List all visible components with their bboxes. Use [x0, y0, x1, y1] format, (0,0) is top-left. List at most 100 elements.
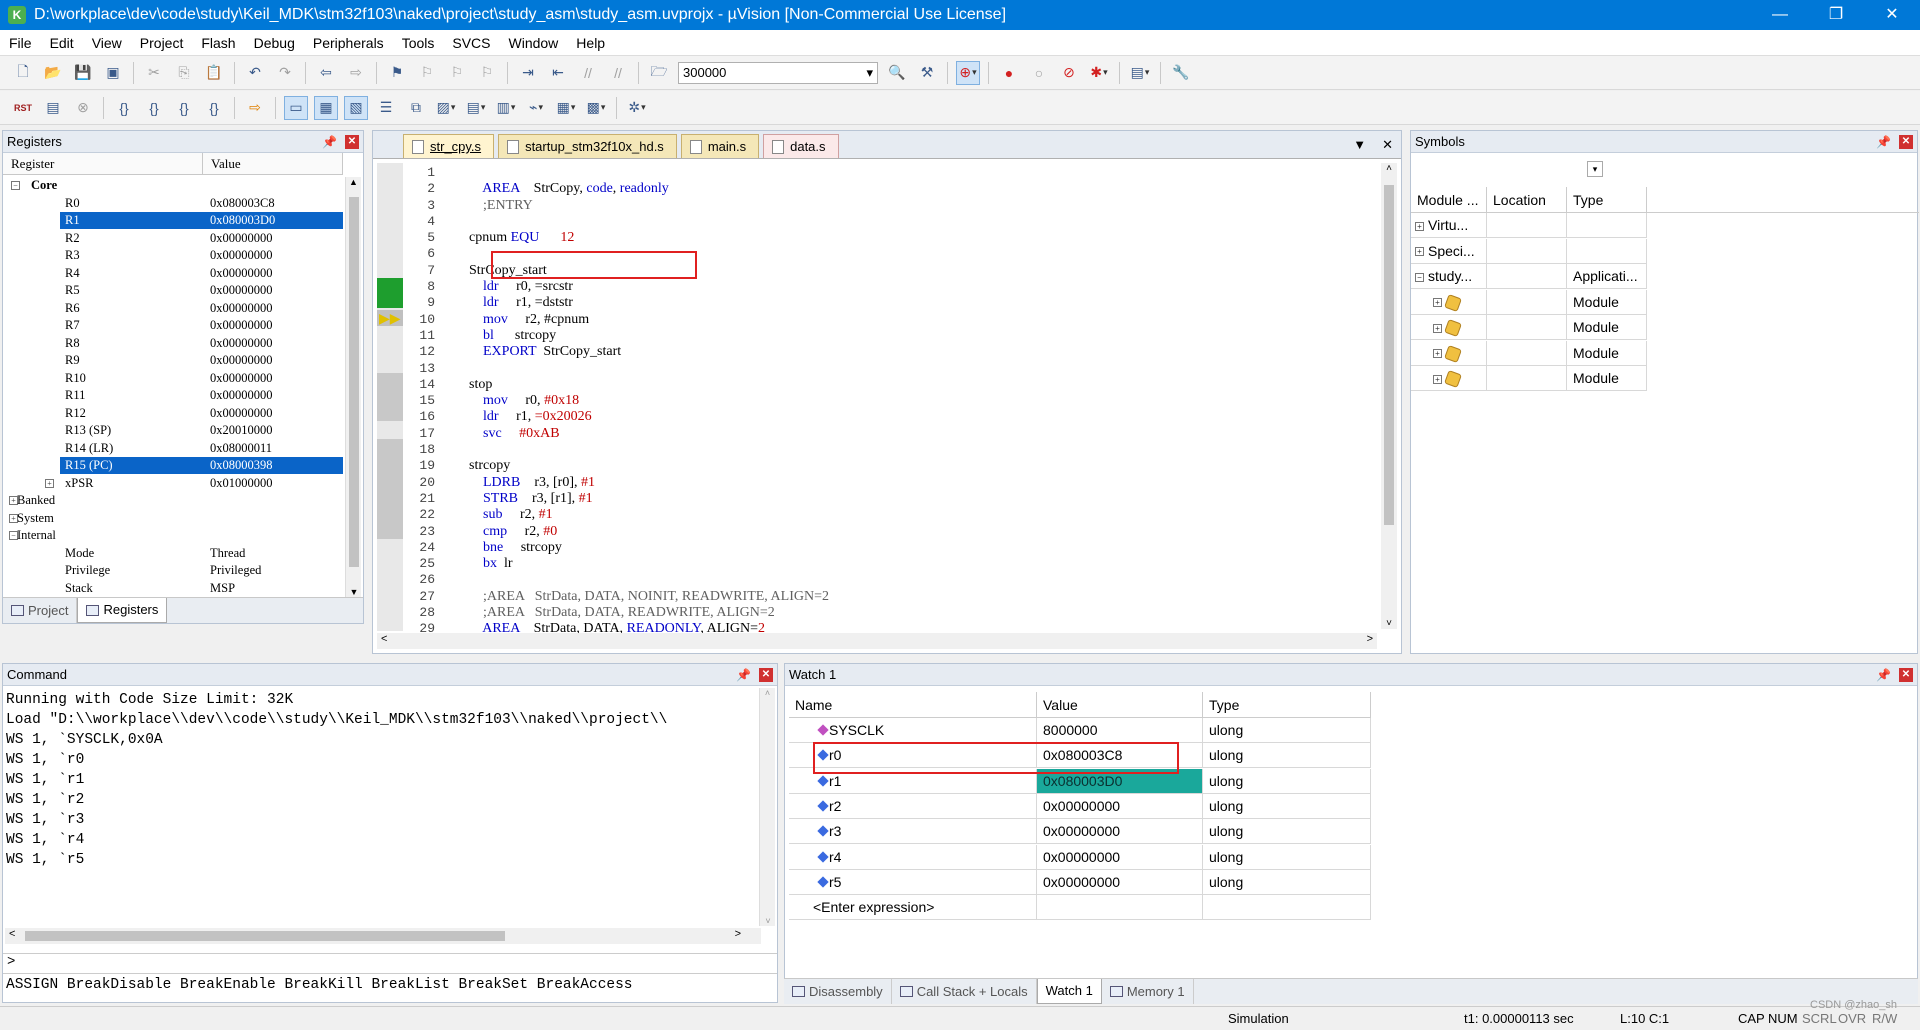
system-viewer-icon[interactable]: ▩	[584, 96, 608, 120]
register-row[interactable]: R9 0x00000000	[5, 352, 343, 370]
register-row[interactable]: R10 0x00000000	[5, 370, 343, 388]
save-all-icon[interactable]: ▣	[101, 61, 125, 85]
menu-peripherals[interactable]: Peripherals	[304, 30, 393, 56]
tree-expand-icon[interactable]: +	[1415, 247, 1424, 257]
call-stack-window-icon[interactable]: ⧉	[404, 96, 428, 120]
code-line[interactable]: mov r0, #0x18	[469, 393, 1349, 409]
code-line[interactable]: EXPORT StrCopy_start	[469, 344, 1349, 360]
tab-registers[interactable]: Registers	[77, 598, 168, 623]
symbols-window-icon[interactable]: ▧	[344, 95, 368, 120]
navigate-forward-icon[interactable]: ⇨	[344, 61, 368, 85]
menu-file[interactable]: File	[0, 30, 41, 56]
close-icon[interactable]: ✕	[345, 134, 359, 149]
column-register[interactable]: Register	[3, 153, 203, 174]
tree-expand-icon[interactable]: +	[1433, 349, 1442, 359]
close-editor-icon[interactable]: ✕	[1382, 137, 1393, 153]
watch-value[interactable]: 8000000	[1037, 718, 1203, 743]
column-module[interactable]: Module ...	[1411, 187, 1487, 212]
tree-expand-icon[interactable]: +	[1415, 221, 1424, 231]
code-line[interactable]	[469, 165, 1349, 181]
redo-icon[interactable]: ↷	[273, 61, 297, 85]
stop-icon[interactable]: ⊗	[71, 96, 95, 120]
register-row[interactable]: R11 0x00000000	[5, 387, 343, 405]
next-bookmark-icon[interactable]: ⚐	[445, 61, 469, 85]
register-group-core[interactable]: − Core	[5, 177, 343, 195]
menu-window[interactable]: Window	[500, 30, 568, 56]
scroll-up-icon[interactable]: ˄	[760, 688, 775, 698]
new-file-icon[interactable]: 🗋	[11, 61, 35, 85]
code-line[interactable]: ;ENTRY	[469, 198, 1349, 214]
restore-button[interactable]: ❐	[1808, 0, 1864, 30]
register-row[interactable]: Stack MSP	[5, 580, 343, 598]
code-line[interactable]: cmp r2, #0	[469, 524, 1349, 540]
disassembly-window-icon[interactable]: ▦	[314, 95, 338, 120]
scrollbar-thumb[interactable]	[349, 197, 359, 567]
symbol-row[interactable]: + Module	[1411, 340, 1651, 366]
command-window-icon[interactable]: ▭	[284, 95, 308, 120]
close-icon[interactable]: ✕	[759, 667, 773, 682]
tree-expand-icon[interactable]: +	[1433, 298, 1442, 308]
pin-icon[interactable]: 📌	[1876, 135, 1891, 149]
watch-row[interactable]: SYSCLK 8000000 ulong	[789, 718, 1371, 743]
symbol-row[interactable]: − study... Applicati...	[1411, 264, 1651, 289]
scrollbar-thumb[interactable]	[1384, 185, 1394, 525]
register-group-system[interactable]: + System	[5, 510, 343, 528]
enable-breakpoint-icon[interactable]: ○	[1027, 61, 1051, 85]
register-row[interactable]: R5 0x00000000	[5, 282, 343, 300]
menu-help[interactable]: Help	[567, 30, 614, 56]
column-name[interactable]: Name	[789, 692, 1037, 717]
bookmark-icon[interactable]: ⚑	[385, 61, 409, 85]
code-area[interactable]: AREA StrCopy, code, readonly ;ENTRY cpnum…	[469, 165, 1349, 638]
watch-value[interactable]: 0x00000000	[1037, 869, 1203, 895]
code-line[interactable]: mov r2, #cpnum	[469, 312, 1349, 328]
disable-all-breakpoints-icon[interactable]: ⊘	[1057, 61, 1081, 85]
minimize-button[interactable]: —	[1752, 0, 1808, 30]
symbol-row[interactable]: + Speci...	[1411, 238, 1651, 264]
column-value[interactable]: Value	[203, 153, 343, 174]
scroll-right-icon[interactable]: >	[735, 928, 741, 940]
symbol-row[interactable]: + Virtu...	[1411, 213, 1651, 238]
cut-icon[interactable]: ✂	[142, 61, 166, 85]
window-layout-icon[interactable]: ▤	[1128, 61, 1152, 85]
scrollbar-thumb[interactable]	[25, 931, 505, 941]
tab-startup[interactable]: startup_stm32f10x_hd.s	[498, 134, 677, 158]
code-line[interactable]: bx lr	[469, 556, 1349, 572]
save-icon[interactable]: 💾	[71, 61, 95, 85]
register-row[interactable]: R8 0x00000000	[5, 335, 343, 353]
code-line[interactable]: ldr r1, =dststr	[469, 295, 1349, 311]
watch-row[interactable]: r3 0x00000000 ulong	[789, 819, 1371, 845]
code-line[interactable]: ldr r1, =0x20026	[469, 409, 1349, 425]
column-value[interactable]: Value	[1037, 692, 1203, 717]
register-row[interactable]: R3 0x00000000	[5, 247, 343, 265]
debug-session-icon[interactable]: ⊕	[956, 60, 980, 85]
code-line[interactable]: bl strcopy	[469, 328, 1349, 344]
scroll-right-icon[interactable]: >	[1367, 633, 1373, 645]
symbol-row[interactable]: + Module	[1411, 366, 1651, 391]
code-line[interactable]: cpnum EQU 12	[469, 230, 1349, 246]
paste-icon[interactable]: 📋	[202, 61, 226, 85]
menu-view[interactable]: View	[83, 30, 131, 56]
code-line[interactable]: ;AREA StrData, DATA, READWRITE, ALIGN=2	[469, 605, 1349, 621]
menu-project[interactable]: Project	[131, 30, 193, 56]
code-line[interactable]: STRB r3, [r1], #1	[469, 491, 1349, 507]
code-line[interactable]: strcopy	[469, 458, 1349, 474]
scroll-up-icon[interactable]: ▲	[346, 177, 361, 187]
editor-hscroll[interactable]: < >	[377, 633, 1377, 649]
menu-svcs[interactable]: SVCS	[443, 30, 499, 56]
code-line[interactable]	[469, 442, 1349, 458]
tab-main[interactable]: main.s	[680, 134, 760, 158]
watch-row[interactable]: r2 0x00000000 ulong	[789, 793, 1371, 819]
command-input[interactable]: >	[3, 953, 777, 973]
symbol-row[interactable]: + Module	[1411, 315, 1651, 340]
tab-memory-1[interactable]: Memory 1	[1102, 979, 1194, 1004]
tab-list-icon[interactable]: ▼	[1353, 137, 1366, 153]
menu-tools[interactable]: Tools	[393, 30, 444, 56]
chevron-down-icon[interactable]: ▾	[1587, 161, 1603, 177]
column-type[interactable]: Type	[1203, 692, 1371, 717]
step-over-icon[interactable]: {}	[142, 96, 166, 120]
scroll-up-icon[interactable]: ˄	[1381, 163, 1397, 174]
watch-value[interactable]: 0x00000000	[1037, 793, 1203, 819]
tree-expand-icon[interactable]: +	[1433, 323, 1442, 333]
tree-expand-icon[interactable]: +	[1433, 374, 1442, 384]
register-row[interactable]: R4 0x00000000	[5, 265, 343, 283]
